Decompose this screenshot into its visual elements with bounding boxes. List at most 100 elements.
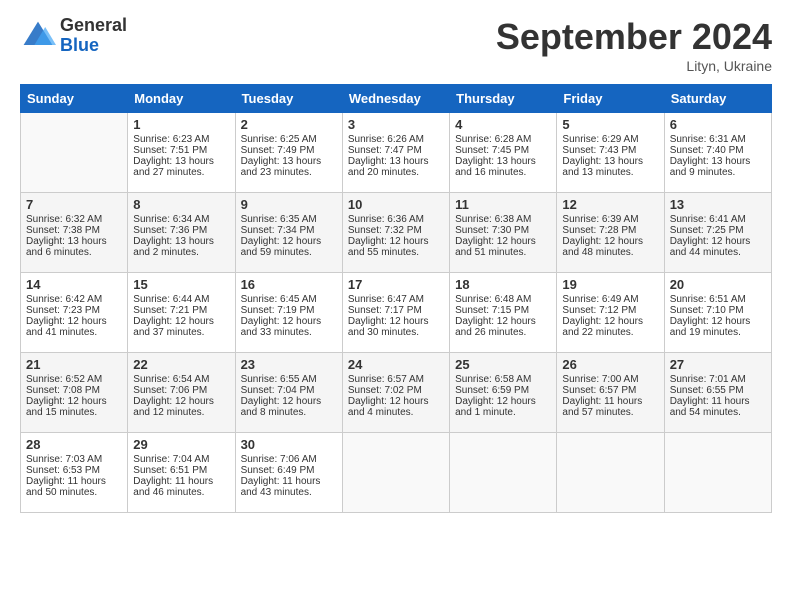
cell-text: Sunset: 7:19 PM — [241, 305, 337, 316]
cell-text: Daylight: 11 hours — [670, 396, 766, 407]
day-number: 1 — [133, 117, 229, 132]
cell-text: Daylight: 12 hours — [133, 316, 229, 327]
cell-text: Daylight: 12 hours — [26, 396, 122, 407]
cell-text: Sunrise: 6:51 AM — [670, 294, 766, 305]
cell-text: and 46 minutes. — [133, 487, 229, 498]
table-row: 28Sunrise: 7:03 AMSunset: 6:53 PMDayligh… — [21, 433, 128, 513]
day-number: 4 — [455, 117, 551, 132]
cell-text: Sunset: 7:25 PM — [670, 225, 766, 236]
table-row — [21, 113, 128, 193]
calendar-row: 7Sunrise: 6:32 AMSunset: 7:38 PMDaylight… — [21, 193, 772, 273]
location: Lityn, Ukraine — [496, 58, 772, 74]
cell-text: Daylight: 11 hours — [26, 476, 122, 487]
cell-text: and 43 minutes. — [241, 487, 337, 498]
cell-text: Sunset: 7:30 PM — [455, 225, 551, 236]
cell-text: Daylight: 12 hours — [348, 316, 444, 327]
calendar-row: 21Sunrise: 6:52 AMSunset: 7:08 PMDayligh… — [21, 353, 772, 433]
cell-text: Sunrise: 7:01 AM — [670, 374, 766, 385]
logo-blue: Blue — [60, 36, 127, 56]
cell-text: Daylight: 12 hours — [455, 236, 551, 247]
table-row: 5Sunrise: 6:29 AMSunset: 7:43 PMDaylight… — [557, 113, 664, 193]
table-row: 9Sunrise: 6:35 AMSunset: 7:34 PMDaylight… — [235, 193, 342, 273]
cell-text: and 44 minutes. — [670, 247, 766, 258]
cell-text: Sunrise: 6:58 AM — [455, 374, 551, 385]
cell-text: Sunrise: 7:03 AM — [26, 454, 122, 465]
cell-text: Daylight: 12 hours — [455, 396, 551, 407]
cell-text: and 41 minutes. — [26, 327, 122, 338]
cell-text: Sunrise: 6:29 AM — [562, 134, 658, 145]
cell-text: and 8 minutes. — [241, 407, 337, 418]
cell-text: and 4 minutes. — [348, 407, 444, 418]
cell-text: Sunset: 7:49 PM — [241, 145, 337, 156]
day-number: 16 — [241, 277, 337, 292]
cell-text: and 33 minutes. — [241, 327, 337, 338]
cell-text: Sunrise: 7:04 AM — [133, 454, 229, 465]
cell-text: Sunrise: 6:41 AM — [670, 214, 766, 225]
cell-text: Sunset: 7:06 PM — [133, 385, 229, 396]
table-row: 4Sunrise: 6:28 AMSunset: 7:45 PMDaylight… — [450, 113, 557, 193]
table-row: 25Sunrise: 6:58 AMSunset: 6:59 PMDayligh… — [450, 353, 557, 433]
day-number: 13 — [670, 197, 766, 212]
cell-text: Sunrise: 6:39 AM — [562, 214, 658, 225]
table-row: 26Sunrise: 7:00 AMSunset: 6:57 PMDayligh… — [557, 353, 664, 433]
table-row: 1 Sunrise: 6:23 AMSunset: 7:51 PMDaylight… — [128, 113, 235, 193]
day-number: 3 — [348, 117, 444, 132]
logo: General Blue — [20, 16, 127, 56]
cell-text: Sunrise: 6:36 AM — [348, 214, 444, 225]
cell-text: Daylight: 13 hours — [670, 156, 766, 167]
cell-text: and 54 minutes. — [670, 407, 766, 418]
cell-text: Sunrise: 6:52 AM — [26, 374, 122, 385]
day-number: 15 — [133, 277, 229, 292]
cell-text: Sunset: 6:57 PM — [562, 385, 658, 396]
cell-text: and 12 minutes. — [133, 407, 229, 418]
cell-text: Sunrise: 6:34 AM — [133, 214, 229, 225]
day-number: 23 — [241, 357, 337, 372]
cell-text: Daylight: 12 hours — [348, 396, 444, 407]
cell-text: Sunset: 7:51 PM — [133, 145, 229, 156]
cell-text: Sunrise: 6:23 AM — [133, 134, 229, 145]
table-row: 19Sunrise: 6:49 AMSunset: 7:12 PMDayligh… — [557, 273, 664, 353]
cell-text: Daylight: 12 hours — [241, 236, 337, 247]
cell-text: Sunrise: 6:54 AM — [133, 374, 229, 385]
cell-text: Sunset: 7:10 PM — [670, 305, 766, 316]
col-tuesday: Tuesday — [235, 85, 342, 113]
day-number: 28 — [26, 437, 122, 452]
cell-text: Sunrise: 6:42 AM — [26, 294, 122, 305]
day-number: 9 — [241, 197, 337, 212]
cell-text: Daylight: 13 hours — [133, 156, 229, 167]
cell-text: Daylight: 13 hours — [133, 236, 229, 247]
cell-text: Sunset: 7:15 PM — [455, 305, 551, 316]
table-row — [450, 433, 557, 513]
day-number: 19 — [562, 277, 658, 292]
cell-text: Sunrise: 6:26 AM — [348, 134, 444, 145]
cell-text: Daylight: 12 hours — [455, 316, 551, 327]
header: General Blue September 2024 Lityn, Ukrai… — [20, 16, 772, 74]
cell-text: Sunrise: 7:06 AM — [241, 454, 337, 465]
table-row: 3Sunrise: 6:26 AMSunset: 7:47 PMDaylight… — [342, 113, 449, 193]
day-number: 5 — [562, 117, 658, 132]
logo-text: General Blue — [60, 16, 127, 56]
day-number: 14 — [26, 277, 122, 292]
day-number: 18 — [455, 277, 551, 292]
cell-text: Daylight: 12 hours — [562, 316, 658, 327]
cell-text: Sunset: 6:49 PM — [241, 465, 337, 476]
table-row: 15Sunrise: 6:44 AMSunset: 7:21 PMDayligh… — [128, 273, 235, 353]
cell-text: Sunset: 7:34 PM — [241, 225, 337, 236]
calendar-table: Sunday Monday Tuesday Wednesday Thursday… — [20, 84, 772, 513]
month-title: September 2024 — [496, 16, 772, 58]
col-thursday: Thursday — [450, 85, 557, 113]
day-number: 11 — [455, 197, 551, 212]
cell-text: Daylight: 13 hours — [562, 156, 658, 167]
day-number: 29 — [133, 437, 229, 452]
logo-icon — [20, 18, 56, 54]
cell-text: Sunrise: 7:00 AM — [562, 374, 658, 385]
cell-text: Daylight: 13 hours — [241, 156, 337, 167]
cell-text: Sunset: 7:28 PM — [562, 225, 658, 236]
cell-text: and 37 minutes. — [133, 327, 229, 338]
table-row: 17Sunrise: 6:47 AMSunset: 7:17 PMDayligh… — [342, 273, 449, 353]
cell-text: Sunset: 7:02 PM — [348, 385, 444, 396]
cell-text: Daylight: 12 hours — [241, 316, 337, 327]
cell-text: Sunset: 6:51 PM — [133, 465, 229, 476]
cell-text: Sunset: 7:40 PM — [670, 145, 766, 156]
col-friday: Friday — [557, 85, 664, 113]
